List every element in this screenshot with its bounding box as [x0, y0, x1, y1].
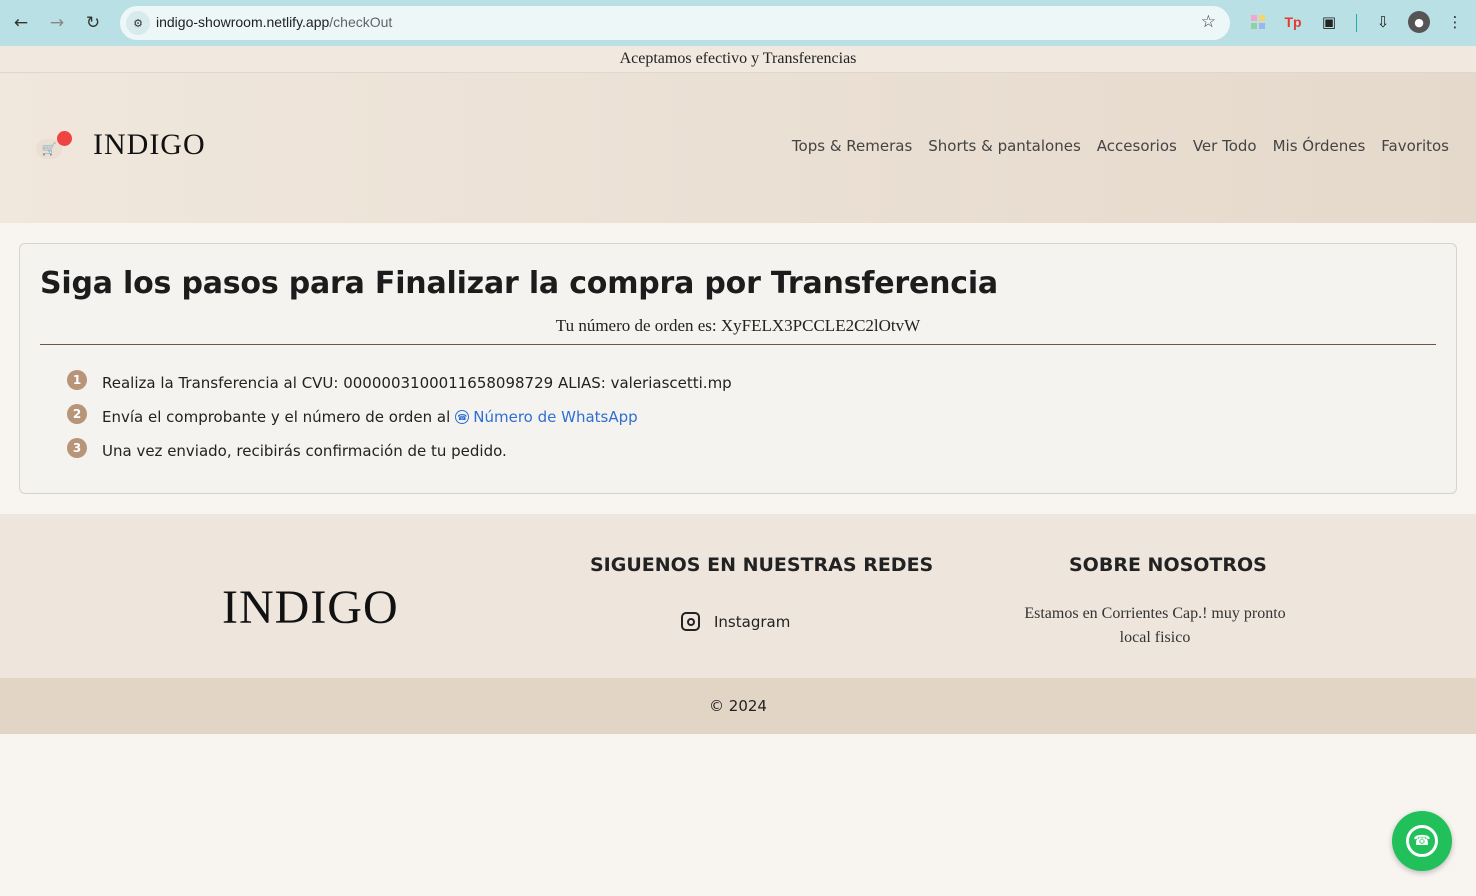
- browser-toolbar: ← → ↻ ⚙ indigo-showroom.netlify.app/chec…: [0, 0, 1476, 46]
- forward-arrow-icon[interactable]: →: [45, 11, 69, 35]
- checkout-card: Siga los pasos para Finalizar la compra …: [19, 243, 1457, 494]
- instagram-label: Instagram: [714, 612, 791, 631]
- cart-badge: [57, 131, 72, 146]
- announcement-bar: Aceptamos efectivo y Transferencias: [0, 46, 1476, 73]
- step-number-badge: 2: [67, 404, 87, 424]
- profile-avatar-icon[interactable]: ●: [1408, 11, 1430, 33]
- nav-mis-ordenes[interactable]: Mis Órdenes: [1273, 137, 1366, 155]
- toolbar-divider: [1356, 14, 1357, 32]
- divider: [40, 344, 1436, 345]
- step-item: 1 Realiza la Transferencia al CVU: 00000…: [67, 366, 732, 400]
- site-settings-icon[interactable]: ⚙: [126, 11, 150, 35]
- nav-favoritos[interactable]: Favoritos: [1381, 137, 1449, 155]
- order-number: Tu número de orden es: XyFELX3PCCLE2C2lO…: [555, 316, 921, 335]
- reload-icon[interactable]: ↻: [81, 11, 105, 35]
- checkout-title: Siga los pasos para Finalizar la compra …: [40, 266, 998, 301]
- social-title: SIGUENOS EN NUESTRAS REDES: [590, 554, 934, 576]
- footer-brand-logo: INDIGO: [222, 581, 399, 634]
- instagram-link[interactable]: Instagram: [681, 612, 790, 631]
- step-item: 2 Envía el comprobante y el número de or…: [67, 400, 732, 434]
- step-number-badge: 3: [67, 438, 87, 458]
- address-bar[interactable]: ⚙ indigo-showroom.netlify.app/checkOut ☆: [120, 6, 1230, 40]
- step-item: 3 Una vez enviado, recibirás confirmació…: [67, 434, 732, 468]
- step-number-badge: 1: [67, 370, 87, 390]
- step-text: Una vez enviado, recibirás confirmación …: [102, 442, 507, 460]
- nav-shorts-pantalones[interactable]: Shorts & pantalones: [928, 137, 1081, 155]
- puzzle-extensions-icon[interactable]: ▣: [1318, 11, 1340, 33]
- brand-logo[interactable]: INDIGO: [93, 128, 206, 162]
- step-text: Realiza la Transferencia al CVU: 0000003…: [102, 374, 732, 392]
- instagram-icon: [681, 612, 700, 631]
- copyright-bar: © 2024: [0, 678, 1476, 734]
- tp-extension-icon[interactable]: Tp: [1282, 11, 1304, 33]
- bookmark-star-icon[interactable]: ☆: [1201, 12, 1216, 32]
- nav-accesorios[interactable]: Accesorios: [1097, 137, 1177, 155]
- whatsapp-number-link[interactable]: ☎ Número de WhatsApp: [455, 408, 638, 426]
- kebab-menu-icon[interactable]: ⋮: [1444, 11, 1466, 33]
- whatsapp-icon: ☎: [1406, 825, 1438, 857]
- site-footer: INDIGO SIGUENOS EN NUESTRAS REDES Instag…: [0, 514, 1476, 678]
- about-title: SOBRE NOSOTROS: [1069, 554, 1267, 576]
- nav-tops-remeras[interactable]: Tops & Remeras: [792, 137, 912, 155]
- site-header: 🛒 INDIGO Tops & Remeras Shorts & pantalo…: [0, 73, 1476, 223]
- whatsapp-float-button[interactable]: ☎: [1392, 811, 1452, 871]
- whatsapp-link-label: Número de WhatsApp: [473, 408, 638, 426]
- whatsapp-icon: ☎: [455, 410, 470, 424]
- back-arrow-icon[interactable]: ←: [9, 11, 33, 35]
- nav-ver-todo[interactable]: Ver Todo: [1193, 137, 1257, 155]
- color-extension-icon[interactable]: [1247, 11, 1269, 33]
- url-text[interactable]: indigo-showroom.netlify.app/checkOut: [156, 14, 392, 30]
- about-text: Estamos en Corrientes Cap.! muy pronto l…: [1024, 605, 1286, 646]
- download-icon[interactable]: ⇩: [1372, 11, 1394, 33]
- steps-list: 1 Realiza la Transferencia al CVU: 00000…: [67, 366, 732, 468]
- step-text: Envía el comprobante y el número de orde…: [102, 408, 451, 426]
- main-nav: Tops & Remeras Shorts & pantalones Acces…: [792, 137, 1449, 155]
